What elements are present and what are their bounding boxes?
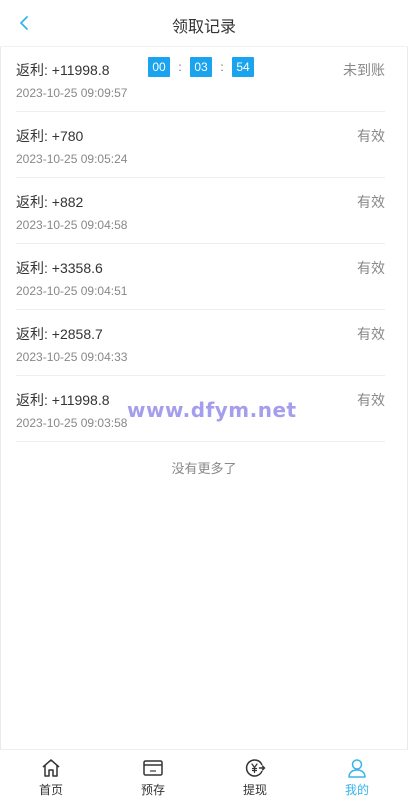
record-status: 有效 — [357, 260, 385, 276]
tab-mine-label: 我的 — [344, 783, 369, 797]
countdown-minutes: 03 — [190, 57, 212, 77]
record-time: 2023-10-25 09:04:58 — [16, 218, 128, 232]
record-status: 有效 — [357, 326, 385, 342]
list-item[interactable]: 返利: +11998.8 00 : 03 : 54 2023-10-25 09:… — [16, 46, 385, 112]
countdown-hours: 00 — [148, 57, 170, 77]
record-status: 有效 — [357, 392, 385, 408]
countdown-seconds: 54 — [232, 57, 254, 77]
tab-home[interactable]: 首页 — [0, 750, 102, 800]
record-list: 返利: +11998.8 00 : 03 : 54 2023-10-25 09:… — [16, 46, 385, 442]
tab-deposit-label: 预存 — [140, 783, 165, 797]
list-item[interactable]: 返利: +780 2023-10-25 09:05:24 有效 — [16, 112, 385, 178]
list-item[interactable]: 返利: +3358.6 2023-10-25 09:04:51 有效 — [16, 244, 385, 310]
user-icon — [348, 759, 366, 778]
record-time: 2023-10-25 09:05:24 — [16, 152, 128, 166]
bottom-tabbar: 首页 预存 提现 我的 — [0, 749, 408, 800]
tab-deposit[interactable]: 预存 — [102, 750, 204, 800]
wallet-icon — [143, 760, 163, 776]
withdraw-icon — [245, 759, 266, 777]
header-bar: 领取记录 — [0, 0, 408, 47]
record-amount: 返利: +11998.8 — [16, 392, 110, 408]
home-icon — [42, 759, 60, 777]
page-title: 领取记录 — [171, 19, 236, 36]
watermark: www.dfym.net — [127, 398, 297, 422]
record-time: 2023-10-25 09:04:51 — [16, 284, 128, 298]
tab-home-label: 首页 — [38, 783, 63, 797]
record-time: 2023-10-25 09:03:58 — [16, 416, 128, 430]
countdown-timer: 00 : 03 : 54 — [148, 56, 254, 78]
tab-withdraw-label: 提现 — [242, 783, 267, 797]
countdown-separator: : — [220, 60, 224, 74]
record-amount: 返利: +780 — [16, 128, 84, 144]
record-status: 有效 — [357, 128, 385, 144]
list-item[interactable]: 返利: +2858.7 2023-10-25 09:04:33 有效 — [16, 310, 385, 376]
list-item[interactable]: 返利: +882 2023-10-25 09:04:58 有效 — [16, 178, 385, 244]
record-amount: 返利: +2858.7 — [16, 326, 103, 342]
record-time: 2023-10-25 09:09:57 — [16, 86, 128, 100]
countdown-separator: : — [178, 60, 182, 74]
no-more-text: 没有更多了 — [171, 461, 237, 476]
record-time: 2023-10-25 09:04:33 — [16, 350, 128, 364]
record-amount: 返利: +3358.6 — [16, 260, 103, 276]
tab-mine[interactable]: 我的 — [306, 750, 408, 800]
record-status: 未到账 — [343, 62, 385, 78]
tab-withdraw[interactable]: 提现 — [204, 750, 306, 800]
record-amount: 返利: +882 — [16, 194, 84, 210]
record-status: 有效 — [357, 194, 385, 210]
record-amount: 返利: +11998.8 — [16, 62, 110, 78]
